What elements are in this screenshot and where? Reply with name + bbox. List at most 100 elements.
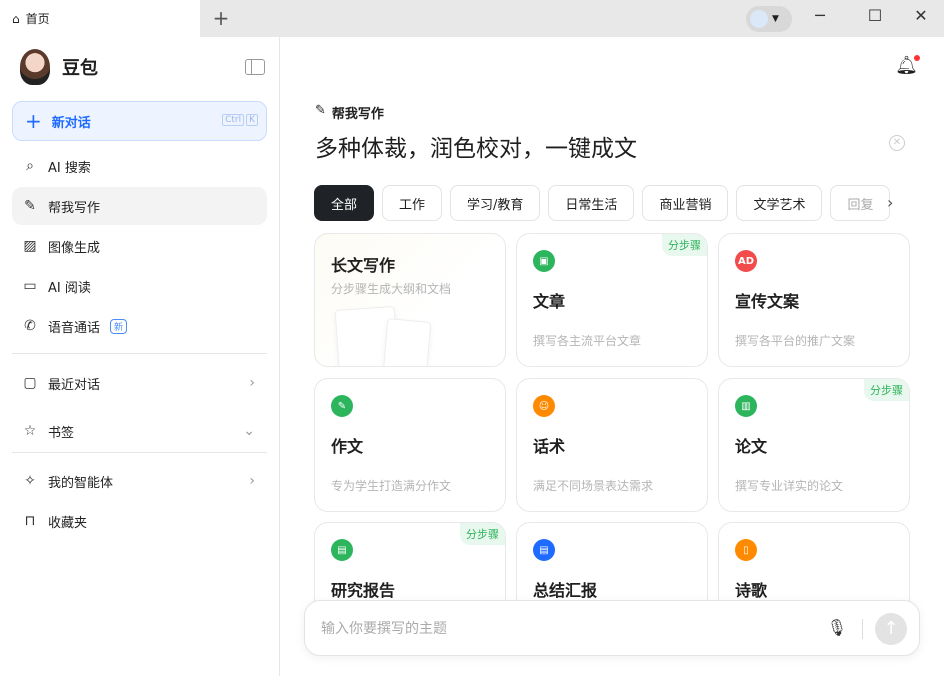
new-tab-button[interactable]: + [210,6,232,30]
card-4[interactable]: ☺ 话术 满足不同场景表达需求 [516,378,708,512]
input-placeholder: 输入你要撰写的主题 [321,621,447,637]
card-long-writing[interactable]: 长文写作 分步骤生成大纲和文档 [314,233,506,367]
chat-icon: ▢ [23,375,37,391]
close-button[interactable]: ✕ [906,6,936,25]
new-chat-button[interactable]: + 新对话 Ctrl K [12,101,267,141]
ai-search-icon: ⌕ [26,158,34,174]
step-badge: 分步骤 [460,523,505,545]
tab-work[interactable]: 工作 [382,185,443,221]
close-circle-icon[interactable]: ✕ [889,135,905,151]
key-ctrl: Ctrl [222,114,245,126]
microphone-icon[interactable]: 🎙︎ [827,618,847,637]
bot-avatar [20,49,50,85]
card-icon: ▯ [735,539,757,561]
topic-input[interactable]: 输入你要撰写的主题 🎙︎ ↑ [304,600,920,656]
card-icon: ▥ [735,395,757,417]
card-icon: ☺ [533,395,555,417]
account-menu[interactable]: ▼ [746,6,792,32]
image-gen-icon: ▨ [23,238,37,254]
nav-label: 图像生成 [48,240,101,256]
ai-read-icon: ▭ [23,278,37,294]
card-title: 文章 [533,292,566,311]
star-icon: ☆ [23,423,37,439]
sparkle-icon: ✧ [24,473,36,489]
card-2[interactable]: AD 宣传文案 撰写各平台的推广文案 [718,233,910,367]
divider [12,353,267,354]
shortcut-hint: Ctrl K [222,114,258,126]
brand: 豆包 [20,49,98,85]
card-title: 话术 [533,437,566,456]
card-icon: AD [735,250,757,272]
tab-title: 首页 [25,12,50,26]
tab-home[interactable]: ⌂ 首页 [0,0,200,37]
card-desc: 撰写各主流平台文章 [533,334,642,348]
bookmark-icon: ⊓ [24,513,36,529]
card-title: 作文 [331,437,364,456]
chevron-right-icon: › [249,473,255,489]
page-title: 多种体裁，润色校对，一键成文 [315,136,637,162]
subtitle: 帮我写作 [331,107,384,122]
section-label: ✎ 帮我写作 [315,103,384,122]
app-name: 豆包 [62,58,98,79]
card-desc: 撰写各平台的推广文案 [735,334,856,348]
card-icon: ▣ [533,250,555,272]
card-title: 论文 [735,437,768,456]
chevron-right-icon[interactable]: › [887,193,893,212]
card-title: 总结汇报 [533,581,598,600]
nav-label: AI 搜索 [48,160,91,176]
card-5[interactable]: ▥ 论文 撰写专业详实的论文 分步骤 [718,378,910,512]
sidebar-item-agents[interactable]: ✧ 我的智能体 › [12,462,267,500]
tab-education[interactable]: 学习/教育 [450,185,541,221]
sidebar-item-ai-search[interactable]: ⌕ AI 搜索 [12,147,267,185]
avatar [750,10,768,28]
chevron-down-icon: ⌄ [243,423,255,439]
card-desc: 专为学生打造满分作文 [331,479,452,493]
tab-reply[interactable]: 回复 [830,185,891,221]
card-3[interactable]: ✎ 作文 专为学生打造满分作文 [314,378,506,512]
nav-label: 帮我写作 [48,200,101,216]
sidebar: 豆包 + 新对话 Ctrl K ⌕ AI 搜索 ✎ 帮我写作 ▨ 图像生成 ▭ AI 阅读 … [0,37,280,676]
card-icon: ✎ [331,395,353,417]
tab-all[interactable]: 全部 [314,185,375,221]
notification-dot [914,55,920,61]
sidebar-item-ai-read[interactable]: ▭ AI 阅读 [12,267,267,305]
nav-label: 书签 [48,425,75,441]
title-bar: ⌂ 首页 + ▼ ─ ☐ ✕ [0,0,944,37]
sidebar-item-voice-call[interactable]: ✆ 语音通话新 [12,307,267,345]
card-desc: 分步骤生成大纲和文档 [331,282,452,296]
tab-marketing[interactable]: 商业营销 [642,185,729,221]
bell-icon[interactable]: 🔔︎ [895,55,920,76]
card-desc: 满足不同场景表达需求 [533,479,654,493]
card-icon: ▤ [331,539,353,561]
key-k: K [246,114,258,126]
sidebar-toggle-icon[interactable] [245,59,265,75]
card-title: 研究报告 [331,581,396,600]
card-desc: 撰写专业详实的论文 [735,479,844,493]
sidebar-item-bookmarks[interactable]: ☆ 书签 ⌄ [12,412,267,450]
tab-daily-life[interactable]: 日常生活 [548,185,635,221]
write-icon: ✎ [24,198,36,214]
maximize-button[interactable]: ☐ [860,6,890,25]
sidebar-item-favorites[interactable]: ⊓ 收藏夹 [12,502,267,540]
sidebar-item-recent[interactable]: ▢ 最近对话 › [12,364,267,402]
home-icon: ⌂ [12,11,20,26]
nav-label: 最近对话 [48,377,101,393]
chevron-right-icon: › [249,375,255,391]
new-badge: 新 [110,318,128,334]
minimize-button[interactable]: ─ [805,6,835,25]
card-title: 长文写作 [331,256,396,275]
sidebar-item-image-gen[interactable]: ▨ 图像生成 [12,227,267,265]
nav-label: 语音通话 [48,320,101,336]
card-1[interactable]: ▣ 文章 撰写各主流平台文章 分步骤 [516,233,708,367]
send-button[interactable]: ↑ [875,613,907,645]
new-chat-label: 新对话 [51,115,91,131]
card-title: 诗歌 [735,581,768,600]
write-icon: ✎ [315,103,326,118]
card-icon: ▤ [533,539,555,561]
tab-literature[interactable]: 文学艺术 [736,185,823,221]
nav-label: AI 阅读 [48,280,91,296]
main-panel: 🔔︎ ✎ 帮我写作 多种体裁，润色校对，一键成文 ✕ 全部 工作 学习/教育 日常… [281,37,944,676]
nav-label: 我的智能体 [48,475,114,491]
sidebar-item-write[interactable]: ✎ 帮我写作 [12,187,267,225]
step-badge: 分步骤 [662,234,707,256]
